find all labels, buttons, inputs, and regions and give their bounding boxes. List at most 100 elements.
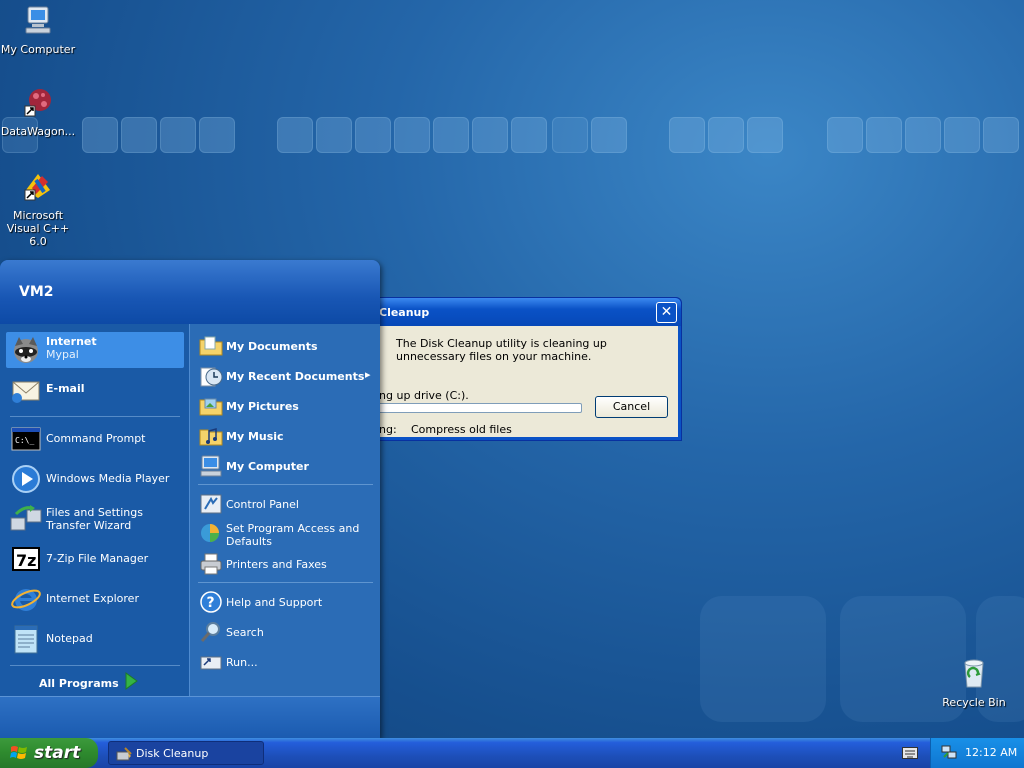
places-search[interactable]: Search: [199, 620, 374, 644]
dialog-body: The Disk Cleanup utility is cleaning up …: [376, 326, 678, 437]
desktop-tile: [316, 117, 352, 153]
disk-cleanup-icon: [116, 747, 132, 761]
separator: [198, 582, 373, 583]
places-my-documents[interactable]: My Documents: [199, 334, 374, 358]
start-item-internet[interactable]: Internet Mypal: [10, 334, 180, 368]
raccoon-browser-icon: [14, 337, 38, 363]
start-item-label: 7-Zip File Manager: [46, 552, 149, 565]
folder-documents-icon: [199, 336, 223, 356]
desktop-icon-recycle-bin[interactable]: Recycle Bin: [934, 657, 1014, 709]
taskbar-button-disk-cleanup[interactable]: Disk Cleanup: [108, 741, 264, 765]
places-my-pictures[interactable]: My Pictures: [199, 394, 374, 418]
desktop-tile: [82, 117, 118, 153]
start-item-media-player[interactable]: Windows Media Player: [10, 463, 180, 495]
places-label: Set Program Access and Defaults: [226, 522, 360, 548]
start-item-email[interactable]: E-mail: [10, 374, 180, 408]
all-programs-button[interactable]: All Programs: [39, 677, 119, 690]
desktop-tile: [355, 117, 391, 153]
places-label: My Computer: [226, 460, 309, 473]
desktop-tile: [511, 117, 547, 153]
clock[interactable]: 12:12 AM: [965, 746, 1017, 759]
media-player-icon: [12, 465, 40, 493]
desktop-tile: [552, 117, 588, 153]
places-printers-faxes[interactable]: Printers and Faxes: [199, 552, 374, 576]
printer-icon: [200, 553, 222, 575]
start-button[interactable]: start: [0, 738, 98, 768]
desktop-icon-visual-cpp[interactable]: Microsoft Visual C++ 6.0: [0, 170, 78, 248]
start-item-transfer-wizard[interactable]: Files and Settings Transfer Wizard: [10, 504, 180, 536]
folder-music-icon: [199, 428, 223, 446]
start-item-command-prompt[interactable]: C:\_ Command Prompt: [10, 423, 180, 455]
dialog-message: The Disk Cleanup utility is cleaning up …: [396, 337, 607, 363]
system-tray: 12:12 AM: [930, 738, 1024, 768]
desktop-icon-label: DataWagon...: [0, 125, 76, 138]
desktop-tile: [433, 117, 469, 153]
places-my-recent-documents[interactable]: My Recent Documents ▸: [199, 364, 374, 388]
keyboard-icon[interactable]: [902, 747, 918, 759]
dialog-close-button[interactable]: ✕: [656, 302, 677, 323]
start-item-label: E-mail: [46, 382, 85, 395]
desktop-large-tile: [700, 596, 826, 722]
start-menu-user-name: VM2: [0, 260, 380, 324]
places-control-panel[interactable]: Control Panel: [199, 492, 374, 516]
svg-text:C:\_: C:\_: [15, 436, 34, 445]
places-label: My Music: [226, 430, 284, 443]
places-my-music[interactable]: My Music: [199, 424, 374, 448]
places-run[interactable]: Run...: [199, 650, 374, 674]
notepad-icon: [14, 625, 38, 654]
cancel-button[interactable]: Cancel: [595, 396, 668, 418]
svg-text:7z: 7z: [16, 551, 36, 570]
start-item-sublabel: Mypal: [46, 348, 79, 361]
desktop-tile: [708, 117, 744, 153]
places-my-computer[interactable]: My Computer: [199, 454, 374, 478]
control-panel-icon: [200, 494, 222, 514]
places-program-access[interactable]: Set Program Access and Defaults: [199, 520, 374, 548]
desktop-tile: [121, 117, 157, 153]
desktop-icon-label: My Computer: [0, 43, 76, 56]
start-menu-left-pane: Internet Mypal E-mail C:\_ Command Promp…: [0, 324, 189, 696]
start-item-label: Internet Explorer: [46, 592, 139, 605]
places-label: My Pictures: [226, 400, 299, 413]
submenu-arrow-icon: ▸: [365, 368, 371, 381]
desktop-tile: [866, 117, 902, 153]
desktop-tile-strip: [0, 117, 1024, 155]
network-icon[interactable]: [941, 744, 957, 760]
start-item-label: Notepad: [46, 632, 93, 645]
start-menu-right-pane: My Documents My Recent Documents ▸ My Pi…: [189, 324, 380, 696]
places-label: My Recent Documents: [226, 370, 365, 383]
program-access-icon: [201, 524, 219, 542]
desktop-tile: [160, 117, 196, 153]
places-label: Help and Support: [226, 596, 323, 609]
internet-explorer-icon: [11, 589, 41, 611]
start-item-label: Internet: [46, 335, 97, 348]
datawagon-icon: [24, 89, 51, 117]
desktop-icon-datawagon[interactable]: DataWagon...: [0, 86, 78, 138]
start-item-notepad[interactable]: Notepad: [10, 623, 180, 655]
taskbar-button-label: Disk Cleanup: [136, 747, 209, 760]
separator: [198, 484, 373, 485]
windows-flag-icon: [10, 746, 27, 759]
places-label: Run...: [226, 656, 258, 669]
start-item-internet-explorer[interactable]: Internet Explorer: [10, 583, 180, 615]
desktop-icon-my-computer[interactable]: My Computer: [0, 4, 78, 56]
email-icon: [12, 381, 40, 403]
start-item-7zip[interactable]: 7z 7-Zip File Manager: [10, 543, 180, 575]
my-computer-icon: [200, 455, 222, 477]
desktop-tile: [394, 117, 430, 153]
places-label: Search: [226, 626, 264, 639]
taskbar: start Disk Cleanup 12:12 AM: [0, 738, 1024, 768]
svg-text:?: ?: [207, 595, 215, 611]
command-prompt-icon: C:\_: [11, 427, 41, 451]
desktop-tile: [472, 117, 508, 153]
desktop-tile: [905, 117, 941, 153]
current-task-value: Compress old files: [411, 423, 512, 436]
separator: [10, 416, 180, 417]
places-help-support[interactable]: ? Help and Support: [199, 590, 374, 614]
transfer-wizard-icon: [10, 505, 42, 531]
desktop-tile: [199, 117, 235, 153]
desktop-tile: [669, 117, 705, 153]
desktop-tile: [944, 117, 980, 153]
desktop-tile: [591, 117, 627, 153]
dialog-title: Cleanup: [375, 298, 681, 326]
places-label: My Documents: [226, 340, 318, 353]
